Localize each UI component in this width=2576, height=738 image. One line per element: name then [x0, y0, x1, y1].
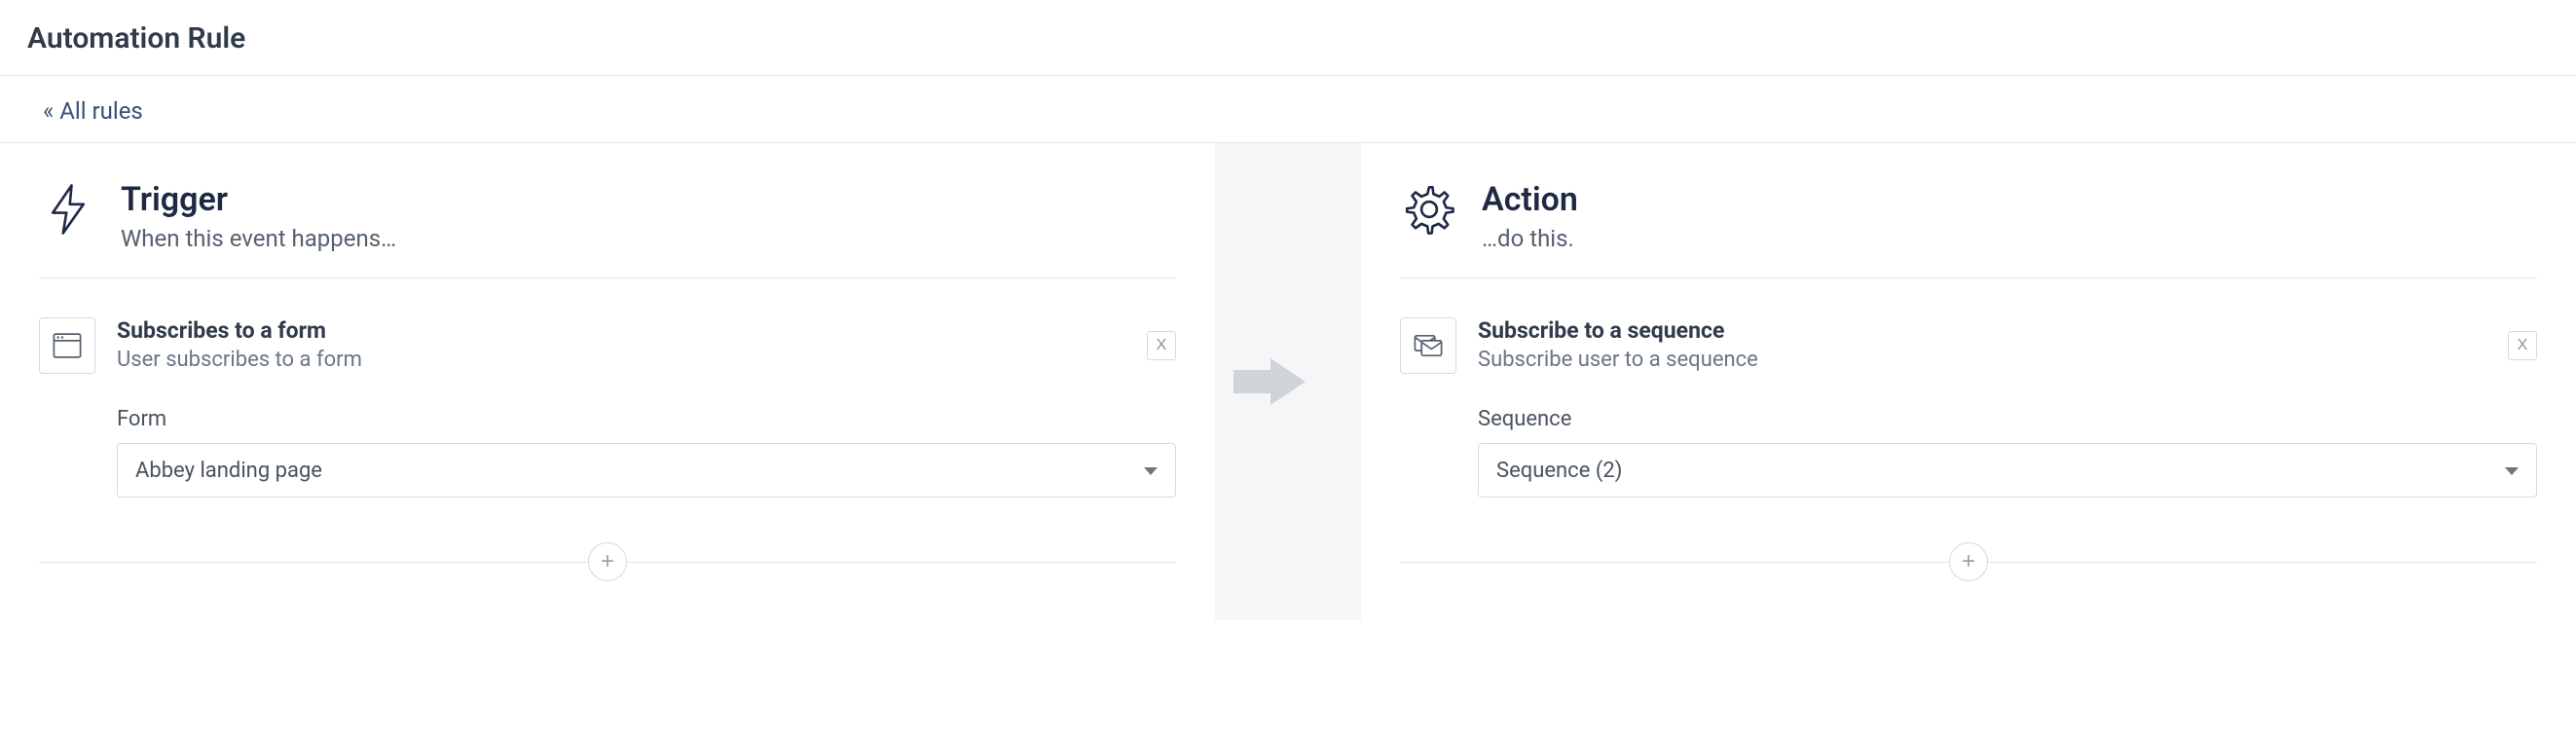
action-remove-button[interactable]: X [2508, 331, 2537, 360]
action-card-title: Subscribe to a sequence [1478, 317, 1758, 344]
trigger-add-divider: + [39, 542, 1176, 581]
trigger-column: Trigger When this event happens… Subscri… [0, 143, 1215, 620]
page-title-bar: Automation Rule [0, 0, 2576, 76]
action-card-titles: Subscribe to a sequence Subscribe user t… [1478, 317, 1758, 372]
arrow-right-icon [1270, 358, 1306, 405]
trigger-form-label: Form [117, 407, 1176, 431]
breadcrumb-all-rules[interactable]: « All rules [43, 97, 143, 125]
breadcrumb-bar: « All rules [0, 76, 2576, 142]
action-heading: Action [1482, 180, 1578, 219]
action-sequence-selected-value: Sequence (2) [1496, 459, 1622, 483]
add-action-button[interactable]: + [1949, 542, 1988, 581]
lightning-icon [39, 180, 97, 239]
page-title: Automation Rule [27, 21, 2549, 55]
column-gap [1215, 143, 1361, 620]
trigger-remove-button[interactable]: X [1147, 331, 1176, 360]
trigger-titles: Trigger When this event happens… [121, 180, 396, 252]
action-column: Action …do this. Subscribe to a sequence… [1361, 143, 2576, 620]
action-sequence-label: Sequence [1478, 407, 2537, 431]
trigger-form-select[interactable]: Abbey landing page [117, 443, 1176, 498]
action-card-header: Subscribe to a sequence Subscribe user t… [1400, 317, 2537, 374]
trigger-card-subtitle: User subscribes to a form [117, 348, 362, 372]
trigger-subheading: When this event happens… [121, 225, 396, 252]
action-add-divider: + [1400, 542, 2537, 581]
trigger-card-titles: Subscribes to a form User subscribes to … [117, 317, 362, 372]
trigger-heading: Trigger [121, 180, 396, 219]
gear-icon [1400, 180, 1458, 239]
rule-columns: Trigger When this event happens… Subscri… [0, 142, 2576, 620]
trigger-card: Subscribes to a form User subscribes to … [39, 317, 1176, 498]
action-card-subtitle: Subscribe user to a sequence [1478, 348, 1758, 372]
trigger-form-field: Form Abbey landing page [117, 407, 1176, 498]
sequence-icon [1400, 317, 1456, 374]
action-sequence-select[interactable]: Sequence (2) [1478, 443, 2537, 498]
trigger-header: Trigger When this event happens… [39, 172, 1176, 278]
trigger-card-title: Subscribes to a form [117, 317, 362, 344]
form-icon [39, 317, 95, 374]
action-header: Action …do this. [1400, 172, 2537, 278]
action-titles: Action …do this. [1482, 180, 1578, 252]
add-trigger-button[interactable]: + [588, 542, 627, 581]
action-subheading: …do this. [1482, 225, 1578, 252]
action-card: Subscribe to a sequence Subscribe user t… [1400, 317, 2537, 498]
trigger-form-selected-value: Abbey landing page [135, 459, 322, 483]
action-sequence-field: Sequence Sequence (2) [1478, 407, 2537, 498]
trigger-card-header: Subscribes to a form User subscribes to … [39, 317, 1176, 374]
